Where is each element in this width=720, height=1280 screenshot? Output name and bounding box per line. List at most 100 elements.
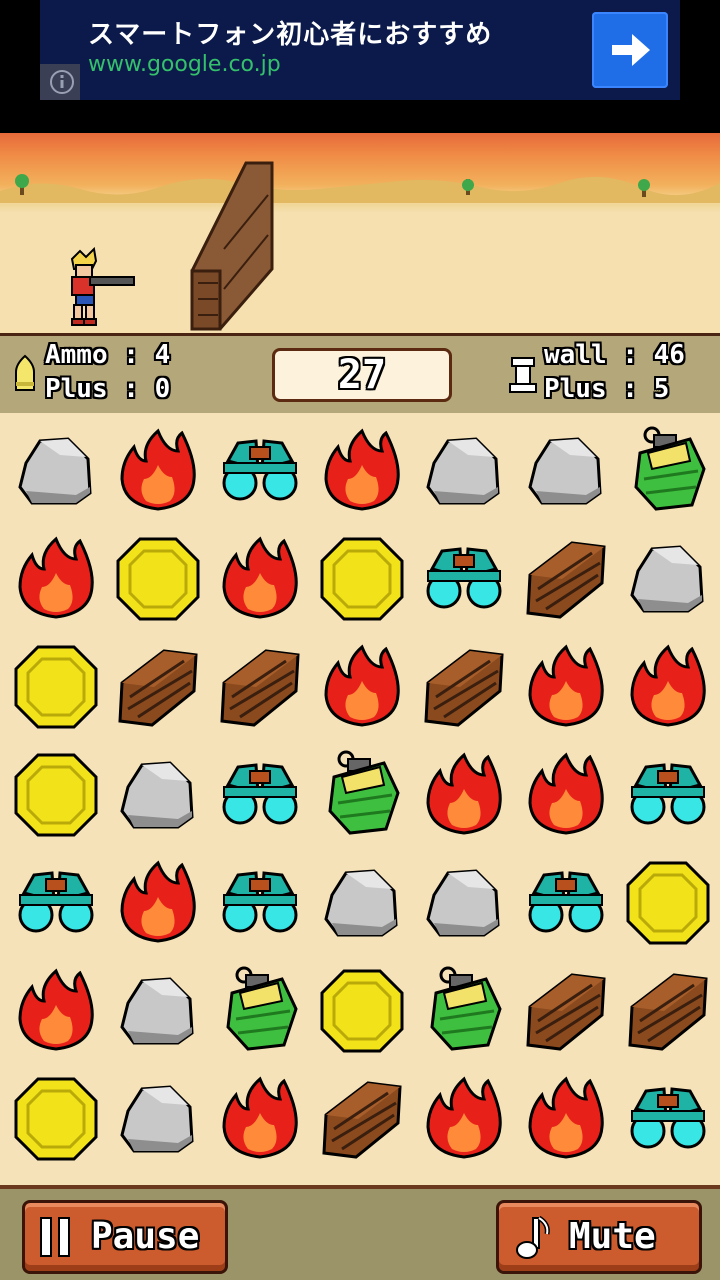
tile-grenade[interactable] <box>312 745 412 845</box>
tile-fire[interactable] <box>6 529 106 629</box>
fire-icon <box>120 860 196 943</box>
coin-icon <box>116 537 200 621</box>
rock-icon <box>426 437 500 505</box>
tile-coin[interactable] <box>618 853 718 953</box>
ammo-readout: Ammo : 4 <box>45 340 170 370</box>
rock-icon <box>426 869 500 937</box>
wall-separator: : <box>622 340 654 370</box>
puzzle-board[interactable] <box>0 413 720 1189</box>
pause-icon <box>40 1217 70 1257</box>
binoculars-icon <box>222 439 298 501</box>
fire-icon <box>324 644 400 727</box>
tile-grenade[interactable] <box>618 421 718 521</box>
wooden-wall <box>190 161 274 331</box>
tile-coin[interactable] <box>312 961 412 1061</box>
rock-icon <box>324 869 398 937</box>
tile-fire[interactable] <box>618 637 718 737</box>
tile-fire[interactable] <box>210 1069 310 1169</box>
tile-fire[interactable] <box>108 421 208 521</box>
tile-rock[interactable] <box>6 421 106 521</box>
binoculars-icon <box>222 871 298 933</box>
tile-fire[interactable] <box>312 637 412 737</box>
grenade-icon <box>226 966 298 1051</box>
tile-fire[interactable] <box>6 961 106 1061</box>
fire-icon <box>528 752 604 835</box>
coin-icon <box>320 537 404 621</box>
wood-icon <box>220 649 300 727</box>
fire-icon <box>324 428 400 511</box>
fire-icon <box>222 1076 298 1159</box>
tile-fire[interactable] <box>210 529 310 629</box>
tile-rock[interactable] <box>108 961 208 1061</box>
music-note-icon <box>516 1215 550 1259</box>
tile-binoculars[interactable] <box>210 745 310 845</box>
grenade-icon <box>328 750 400 835</box>
tile-grenade[interactable] <box>414 961 514 1061</box>
tile-fire[interactable] <box>312 421 412 521</box>
ammo-plus-readout: Plus : 0 <box>45 374 170 404</box>
mute-button[interactable]: Mute <box>496 1200 702 1274</box>
coin-icon <box>320 969 404 1053</box>
wall-plus-separator: : <box>622 374 654 404</box>
tile-wood[interactable] <box>516 529 616 629</box>
ammo-value: 4 <box>154 340 171 370</box>
tile-coin[interactable] <box>312 529 412 629</box>
arrow-right-icon <box>612 34 650 66</box>
wood-icon <box>424 649 504 727</box>
tile-binoculars[interactable] <box>414 529 514 629</box>
tile-rock[interactable] <box>414 421 514 521</box>
tile-rock[interactable] <box>516 421 616 521</box>
tile-wood[interactable] <box>618 961 718 1061</box>
tile-wood[interactable] <box>312 1069 412 1169</box>
tile-fire[interactable] <box>414 745 514 845</box>
tile-wood[interactable] <box>414 637 514 737</box>
tile-coin[interactable] <box>6 637 106 737</box>
tile-grenade[interactable] <box>210 961 310 1061</box>
tile-fire[interactable] <box>516 637 616 737</box>
wood-icon <box>628 973 708 1051</box>
wall-plus-readout: Plus : 5 <box>544 374 669 404</box>
tile-rock[interactable] <box>108 1069 208 1169</box>
tile-wood[interactable] <box>108 637 208 737</box>
wall-readout: wall : 46 <box>544 340 685 370</box>
pause-button[interactable]: Pause <box>22 1200 228 1274</box>
ad-url[interactable]: www.google.co.jp <box>88 52 281 77</box>
wall-value: 46 <box>653 340 685 370</box>
coin-icon <box>626 861 710 945</box>
tile-coin[interactable] <box>108 529 208 629</box>
tile-binoculars[interactable] <box>618 745 718 845</box>
grenade-icon <box>634 426 706 511</box>
tile-binoculars[interactable] <box>516 853 616 953</box>
tile-binoculars[interactable] <box>6 853 106 953</box>
tile-fire[interactable] <box>516 1069 616 1169</box>
tile-binoculars[interactable] <box>210 421 310 521</box>
tile-fire[interactable] <box>414 1069 514 1169</box>
binoculars-icon <box>222 763 298 825</box>
fire-icon <box>120 428 196 511</box>
wood-icon <box>526 541 606 619</box>
tile-binoculars[interactable] <box>210 853 310 953</box>
tile-fire[interactable] <box>108 853 208 953</box>
tile-rock[interactable] <box>108 745 208 845</box>
coin-icon <box>14 1077 98 1161</box>
tile-coin[interactable] <box>6 745 106 845</box>
tile-fire[interactable] <box>516 745 616 845</box>
tile-wood[interactable] <box>516 961 616 1061</box>
fire-icon <box>528 1076 604 1159</box>
ad-arrow-button[interactable] <box>592 12 668 88</box>
binoculars-icon <box>630 1087 706 1149</box>
rock-icon <box>120 977 194 1045</box>
ad-info-button[interactable] <box>40 64 80 100</box>
tile-rock[interactable] <box>414 853 514 953</box>
tile-coin[interactable] <box>6 1069 106 1169</box>
tile-rock[interactable] <box>618 529 718 629</box>
wood-icon <box>118 649 198 727</box>
mute-label: Mute <box>569 1216 656 1257</box>
ad-banner[interactable]: スマートフォン初心者におすすめ www.google.co.jp <box>40 0 680 100</box>
tile-binoculars[interactable] <box>618 1069 718 1169</box>
pause-label: Pause <box>91 1216 200 1257</box>
rock-icon <box>120 761 194 829</box>
ad-title[interactable]: スマートフォン初心者におすすめ <box>88 14 492 51</box>
tile-rock[interactable] <box>312 853 412 953</box>
tile-wood[interactable] <box>210 637 310 737</box>
